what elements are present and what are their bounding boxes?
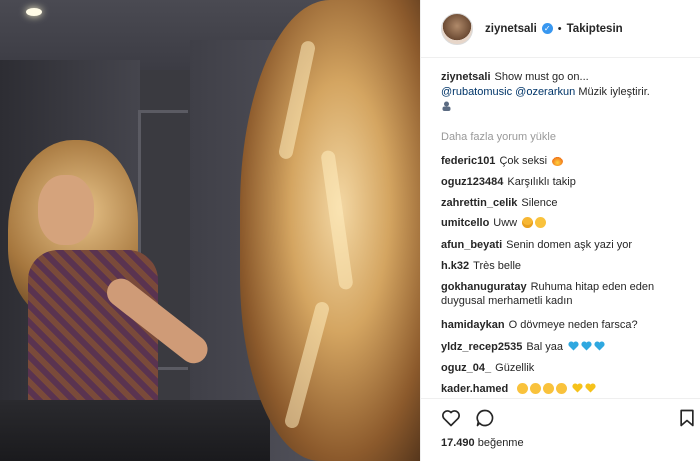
comment-bubble-icon[interactable] xyxy=(475,408,495,428)
comment-text: Güzellik xyxy=(495,362,535,374)
comments-section: ziynetsali Show must go on... @rubatomusi… xyxy=(441,70,691,395)
post-photo[interactable] xyxy=(0,0,420,461)
blue-heart-icon xyxy=(568,341,579,351)
verified-badge-icon: ✓ xyxy=(541,23,553,34)
comment-row: yldz_recep2535 Bal yaa xyxy=(441,340,605,354)
comment-username[interactable]: oguz123484 xyxy=(441,176,503,188)
comment-row: oguz123484 Karşılıklı takip xyxy=(441,175,576,189)
comment-text: Uww xyxy=(493,217,518,229)
bookmark-icon[interactable] xyxy=(677,408,697,428)
yellow-heart-icon xyxy=(572,383,583,393)
comment-username[interactable]: gokhanuguratay xyxy=(441,281,527,293)
caption-text: Show must go on... xyxy=(494,71,589,83)
comment-username[interactable]: yldz_recep2535 xyxy=(441,341,522,353)
caption-text-2: Müzik iyleştirir. xyxy=(578,86,650,98)
blue-heart-icon xyxy=(581,341,592,351)
foreground-hair xyxy=(240,0,420,461)
comment-row: h.k32 Très belle xyxy=(441,259,521,273)
separator-dot: • xyxy=(557,22,562,35)
comment-text: Karşılıklı takip xyxy=(507,176,576,188)
person-icon xyxy=(442,101,451,111)
action-bar xyxy=(441,408,694,432)
post-caption: ziynetsali Show must go on... @rubatomusi… xyxy=(441,70,691,116)
comment-username[interactable]: umitcello xyxy=(441,217,489,229)
comment-text: Senin domen aşk yazi yor xyxy=(506,239,633,251)
avatar[interactable] xyxy=(441,12,473,45)
comment-text: Silence xyxy=(521,197,558,209)
comment-username[interactable]: kader.hamed xyxy=(441,383,508,395)
post-sidebar: ziynetsali ✓ • Takiptesin ziynetsali Show… xyxy=(420,0,700,461)
comment-text: Bal yaa xyxy=(526,341,564,353)
follow-status-button[interactable]: Takiptesin xyxy=(567,23,623,35)
comment-row: oguz_04_ Güzellik xyxy=(441,361,534,375)
mention-link[interactable]: @ozerarkun xyxy=(515,86,575,98)
likes-number: 17.490 xyxy=(441,437,475,449)
ceiling-lamp xyxy=(26,8,42,16)
comment-row: hamidaykan O dövmeye neden farsca? xyxy=(441,318,638,332)
comment-username[interactable]: hamidaykan xyxy=(441,319,505,331)
comment-row: kader.hamed xyxy=(441,382,596,396)
comment-username[interactable]: oguz_04_ xyxy=(441,362,491,374)
comment-username[interactable]: zahrettin_celik xyxy=(441,197,517,209)
smile-icon xyxy=(530,383,542,394)
likes-count[interactable]: 17.490 beğenme xyxy=(441,437,524,449)
comment-text: O dövmeye neden farsca? xyxy=(508,319,638,331)
vanity-counter xyxy=(0,400,270,461)
comment-row: umitcello Uww xyxy=(441,216,547,230)
comment-username[interactable]: afun_beyati xyxy=(441,239,502,251)
post-username[interactable]: ziynetsali xyxy=(485,23,537,35)
heart-outline-icon[interactable] xyxy=(441,408,461,428)
comment-username[interactable]: federic101 xyxy=(441,155,495,167)
divider xyxy=(421,398,700,399)
smile-icon xyxy=(517,383,529,394)
load-more-comments-link[interactable]: Daha fazla yorum yükle xyxy=(441,131,556,143)
comment-row: federic101 Çok seksi xyxy=(441,154,564,168)
comment-username[interactable]: h.k32 xyxy=(441,260,469,272)
woman-face xyxy=(38,175,94,245)
post-header: ziynetsali ✓ • Takiptesin xyxy=(421,0,700,58)
smile-icon xyxy=(556,383,568,394)
comment-row: afun_beyati Senin domen aşk yazi yor xyxy=(441,238,632,252)
smile-icon xyxy=(543,383,555,394)
caption-username[interactable]: ziynetsali xyxy=(441,71,491,83)
comment-text: Çok seksi xyxy=(499,155,548,167)
comment-row: gokhanuguratay Ruhuma hitap eden eden duy… xyxy=(441,280,691,308)
smile-icon xyxy=(535,217,547,228)
blue-heart-icon xyxy=(594,341,605,351)
woman-dress xyxy=(28,250,158,410)
comment-row: zahrettin_celik Silence xyxy=(441,196,558,210)
likes-label: beğenme xyxy=(477,437,524,449)
comment-text: Très belle xyxy=(473,260,522,272)
mention-link[interactable]: @rubatomusic xyxy=(441,86,512,98)
fire-icon xyxy=(552,155,564,166)
heart-eyes-icon xyxy=(522,217,534,228)
yellow-heart-icon xyxy=(585,383,596,393)
